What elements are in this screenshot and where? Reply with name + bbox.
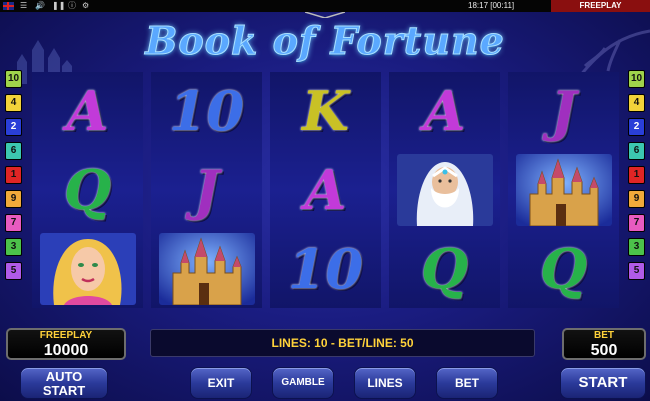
line-marker[interactable]: 10	[5, 70, 22, 88]
symbol-A: A	[423, 79, 466, 143]
bet-value: 500	[590, 342, 618, 359]
line-marker[interactable]: 4	[5, 94, 22, 112]
pause-icon[interactable]: ❚❚	[52, 0, 65, 12]
line-marker[interactable]: 5	[628, 262, 645, 280]
line-marker[interactable]: 6	[628, 142, 645, 160]
reel-5: J Q	[508, 72, 619, 308]
reel-symbol	[151, 230, 262, 308]
symbol-Q: Q	[420, 237, 469, 301]
start-button[interactable]: START	[560, 367, 646, 399]
sound-icon[interactable]: 🔊	[35, 0, 45, 12]
auto-start-button[interactable]: AUTO START	[20, 367, 108, 399]
line-marker[interactable]: 5	[5, 262, 22, 280]
reel-symbol: K	[270, 72, 381, 150]
info-icon[interactable]: ⓘ	[68, 0, 76, 12]
settings-icon[interactable]: ⚙	[82, 0, 89, 12]
bet-label: BET	[594, 330, 614, 341]
reel-symbol: J	[508, 72, 619, 150]
auto-start-label-line1: AUTO	[45, 369, 83, 384]
bet-button[interactable]: BET	[436, 367, 498, 399]
line-marker[interactable]: 6	[5, 142, 22, 160]
symbol-J: J	[550, 79, 577, 143]
symbol-K: K	[302, 79, 349, 143]
symbol-A: A	[66, 79, 109, 143]
menu-icon[interactable]: ☰	[20, 0, 27, 12]
line-marker[interactable]: 2	[628, 118, 645, 136]
castle-icon	[158, 233, 255, 305]
reels: AQ 10 J K A 10 A QJ Q	[32, 72, 619, 308]
line-marker[interactable]: 7	[628, 214, 645, 232]
symbol-Q: Q	[539, 237, 588, 301]
symbol-Q: Q	[63, 158, 112, 222]
clock: 18:17 [00:11]	[468, 1, 515, 10]
line-marker[interactable]: 1	[628, 166, 645, 184]
lines-bet-info: LINES: 10 - BET/LINE: 50	[150, 329, 535, 357]
reel-symbol: Q	[508, 230, 619, 308]
reel-symbol: 10	[270, 230, 381, 308]
line-marker[interactable]: 3	[628, 238, 645, 256]
game-title: Book of Fortune	[145, 18, 505, 64]
line-marker[interactable]: 4	[628, 94, 645, 112]
reel-1: AQ	[32, 72, 143, 308]
exit-button[interactable]: EXIT	[190, 367, 252, 399]
mode-badge: FREEPLAY	[551, 0, 650, 12]
reel-symbol	[389, 151, 500, 229]
reel-4: A Q	[389, 72, 500, 308]
reel-3: K A 10	[270, 72, 381, 308]
princess-icon	[39, 233, 136, 305]
credit-display: FREEPLAY 10000	[6, 328, 126, 360]
line-marker[interactable]: 7	[5, 214, 22, 232]
reel-symbol: Q	[32, 151, 143, 229]
reel-symbol: A	[270, 151, 381, 229]
reel-symbol: J	[151, 151, 262, 229]
line-marker[interactable]: 9	[5, 190, 22, 208]
symbol-A: A	[304, 158, 347, 222]
reel-symbol: 10	[151, 72, 262, 150]
credit-value: 10000	[43, 342, 89, 359]
credit-label: FREEPLAY	[39, 330, 93, 341]
reel-symbol	[508, 151, 619, 229]
symbol-10: 10	[287, 237, 364, 301]
line-marker[interactable]: 2	[5, 118, 22, 136]
uk-flag-icon[interactable]	[3, 2, 14, 10]
castle-icon	[515, 154, 612, 226]
wizard-icon	[396, 154, 493, 226]
auto-start-label-line2: START	[42, 383, 86, 398]
symbol-10: 10	[168, 79, 245, 143]
reel-symbol	[32, 230, 143, 308]
line-marker[interactable]: 3	[5, 238, 22, 256]
gamble-button[interactable]: GAMBLE	[272, 367, 334, 399]
line-marker[interactable]: 1	[5, 166, 22, 184]
reel-2: 10 J	[151, 72, 262, 308]
reel-symbol: A	[389, 72, 500, 150]
symbol-J: J	[193, 158, 220, 222]
line-marker[interactable]: 9	[628, 190, 645, 208]
line-marker[interactable]: 10	[628, 70, 645, 88]
reel-symbol: A	[32, 72, 143, 150]
bet-display: BET 500	[562, 328, 646, 360]
reel-symbol: Q	[389, 230, 500, 308]
status-bar: ☰ 🔊 ❚❚ ⓘ ⚙ 18:17 [00:11] FREEPLAY	[0, 0, 650, 12]
lines-button[interactable]: LINES	[354, 367, 416, 399]
